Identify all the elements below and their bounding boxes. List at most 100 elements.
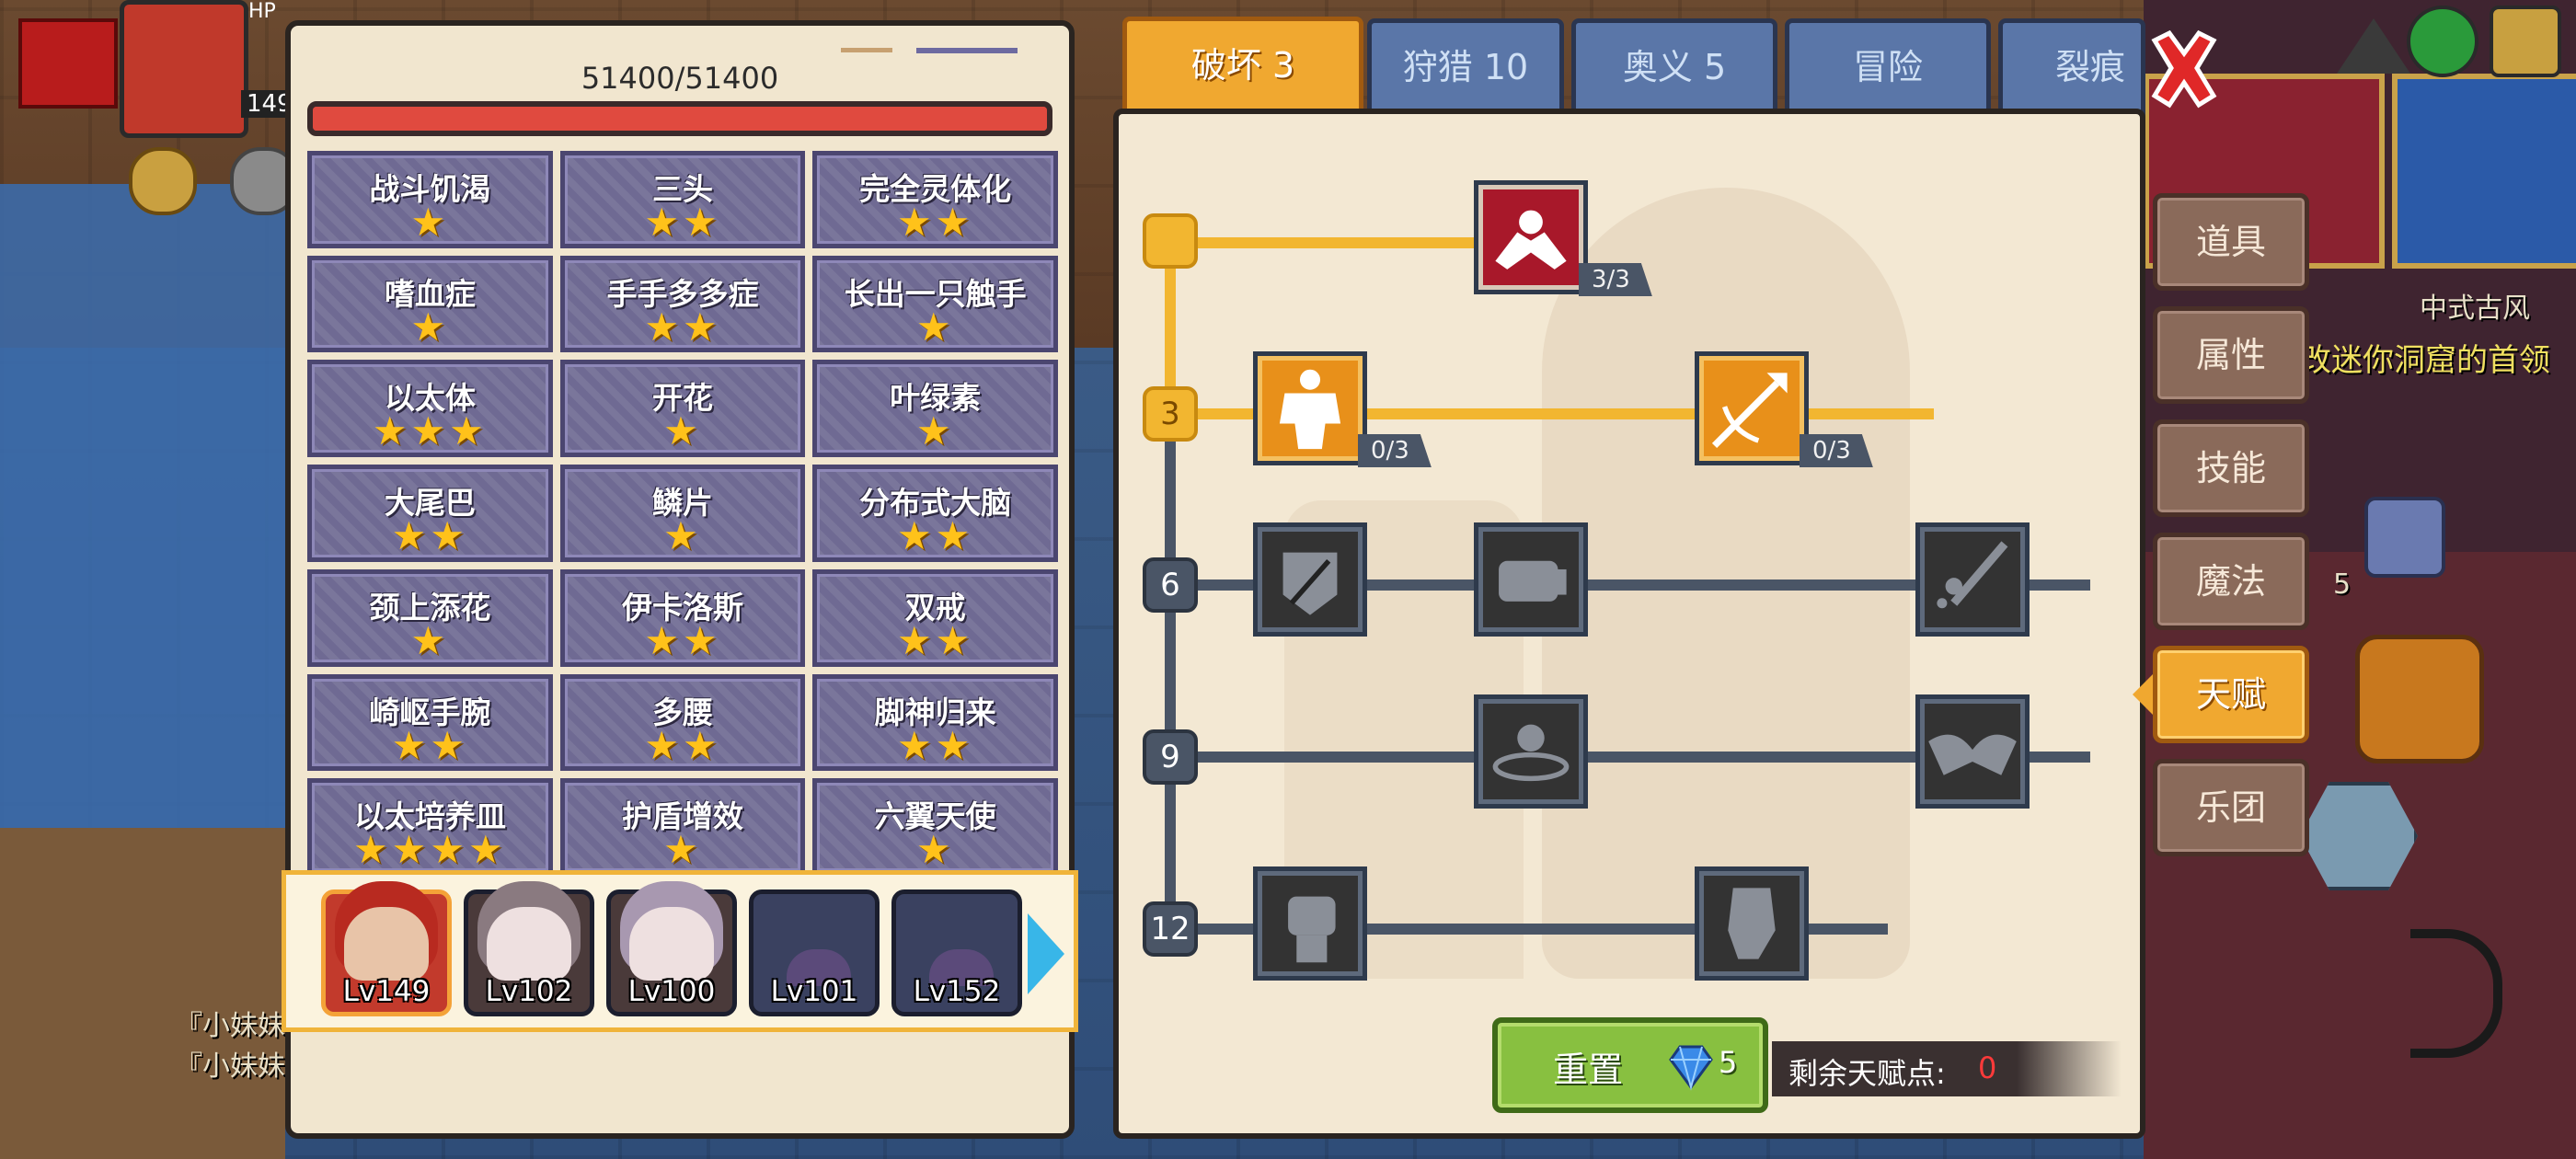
row-node: 9 [1143, 729, 1198, 785]
character-card[interactable]: Lv152 [891, 889, 1022, 1016]
muscle-body-icon[interactable] [1253, 351, 1367, 465]
menu-attributes[interactable]: 属性 [2153, 306, 2309, 404]
mutation-cell[interactable]: 大尾巴 ★★ [307, 465, 553, 562]
star-rating: ★★★★ [353, 827, 507, 873]
badge-count: 5 [2333, 568, 2352, 601]
tab-hunt[interactable]: 狩猎 10 [1367, 18, 1564, 118]
background-blue-window [2392, 74, 2576, 269]
globe-icon[interactable] [2407, 6, 2478, 77]
row-node: 12 [1143, 901, 1198, 957]
mutation-cell[interactable]: 嗜血症 ★ [307, 255, 553, 353]
character-card[interactable]: Lv100 [606, 889, 737, 1016]
menu-magic[interactable]: 魔法 [2153, 533, 2309, 630]
menu-talent[interactable]: 天赋 [2153, 646, 2309, 743]
mutation-cell[interactable]: 开花 ★ [559, 360, 806, 458]
menu-skills[interactable]: 技能 [2153, 419, 2309, 517]
skill-count: 3/3 [1579, 263, 1652, 296]
mutation-cell[interactable]: 战斗饥渴 ★ [307, 151, 553, 248]
tree-trunk [1165, 418, 1176, 946]
reset-button[interactable]: 重置 5 [1492, 1017, 1768, 1113]
star-rating: ★ [410, 617, 450, 663]
mutation-cell[interactable]: 以太培养皿 ★★★★ [307, 778, 553, 876]
arrow-burst-icon[interactable] [1695, 351, 1809, 465]
background-water [0, 184, 285, 846]
character-level: Lv149 [342, 975, 431, 1008]
character-portrait [629, 907, 714, 981]
panel-decoration [841, 48, 892, 52]
character-level: Lv101 [770, 975, 858, 1008]
bow-icon[interactable] [2410, 929, 2502, 1058]
sign-text: 中式古风 [2420, 293, 2530, 325]
star-rating: ★★ [897, 513, 974, 559]
next-arrow-icon[interactable] [1028, 913, 1064, 994]
star-rating: ★ [915, 304, 955, 350]
mutation-cell[interactable]: 长出一只触手 ★ [812, 255, 1058, 353]
row-node: 6 [1143, 557, 1198, 613]
mutation-cell[interactable]: 六翼天使 ★ [812, 778, 1058, 876]
tab-rift[interactable]: 裂痕 [1998, 18, 2145, 118]
star-rating: ★★ [391, 513, 468, 559]
quest-text: 改迷你洞窟的首领 [2300, 342, 2550, 379]
mutation-cell[interactable]: 叶绿素 ★ [812, 360, 1058, 458]
remaining-points-label: 剩余天赋点: [1788, 1056, 1946, 1091]
star-rating: ★★★ [372, 408, 488, 454]
talent-panel: 3 6 9 12 3/3 0/3 0/3 重置 5 剩余天赋点: 0 [1113, 109, 2145, 1139]
mutation-cell[interactable]: 分布式大脑 ★★ [812, 465, 1058, 562]
skill-count: 0/3 [1800, 434, 1873, 467]
star-rating: ★ [915, 827, 955, 873]
backpack-icon[interactable] [2355, 635, 2484, 763]
character-card[interactable]: Lv102 [464, 889, 594, 1016]
raised-fist-icon[interactable] [1253, 866, 1367, 981]
star-rating: ★★ [644, 617, 721, 663]
menu-items[interactable]: 道具 [2153, 193, 2309, 291]
hand-grip-icon[interactable] [1695, 866, 1809, 981]
arm-wrestle-icon[interactable] [1474, 180, 1588, 294]
mutation-cell[interactable]: 三头 ★★ [559, 151, 806, 248]
guitar-icon[interactable] [2364, 497, 2445, 578]
star-rating: ★★ [644, 722, 721, 768]
mutation-cell[interactable]: 双戒 ★★ [812, 568, 1058, 667]
hp-bar-fill [313, 107, 1047, 131]
star-rating: ★ [663, 827, 702, 873]
red-chest-icon[interactable] [18, 18, 118, 109]
character-selector: Lv149 Lv102 Lv100 Lv101 Lv152 [282, 870, 1078, 1032]
remaining-points-value: 0 [1978, 1050, 1997, 1085]
coin-icon[interactable] [129, 147, 197, 215]
character-card[interactable]: Lv149 [321, 889, 452, 1016]
mutation-cell[interactable]: 脚神归来 ★★ [812, 673, 1058, 772]
ground-ring-icon[interactable] [1474, 694, 1588, 809]
mutation-cell[interactable]: 多腰 ★★ [559, 673, 806, 772]
diamond-icon [1669, 1045, 1713, 1091]
star-rating: ★ [915, 408, 955, 454]
close-icon[interactable] [2147, 28, 2221, 110]
sword-splash-icon[interactable] [1915, 522, 2030, 637]
mutation-panel: 51400/51400 战斗饥渴 ★ 三头 ★★ 完全灵体化 ★★ 嗜血症 ★ 手手多多… [282, 20, 1078, 1139]
mutation-cell[interactable]: 完全灵体化 ★★ [812, 151, 1058, 248]
star-rating: ★★ [644, 304, 721, 350]
bell-icon[interactable] [2337, 18, 2410, 74]
shield-break-icon[interactable] [1253, 522, 1367, 637]
star-rating: ★ [663, 408, 702, 454]
mutation-cell[interactable]: 手手多多症 ★★ [559, 255, 806, 353]
character-portrait [344, 907, 429, 981]
mutation-cell[interactable]: 崎岖手腕 ★★ [307, 673, 553, 772]
mutation-cell[interactable]: 护盾增效 ★ [559, 778, 806, 876]
mutation-cell[interactable]: 颈上添花 ★ [307, 568, 553, 667]
player-avatar[interactable] [120, 0, 248, 138]
star-rating: ★★ [644, 200, 721, 245]
chat-line: 『小妹妹 [175, 1010, 285, 1042]
fist-strike-icon[interactable] [1474, 522, 1588, 637]
star-rating: ★ [410, 200, 450, 245]
bat-wings-icon[interactable] [1915, 694, 2030, 809]
mutation-cell[interactable]: 伊卡洛斯 ★★ [559, 568, 806, 667]
reset-cost: 5 [1719, 1045, 1738, 1080]
menu-band[interactable]: 乐团 [2153, 759, 2309, 856]
tab-adventure[interactable]: 冒险 [1785, 18, 1991, 118]
character-card[interactable]: Lv101 [749, 889, 880, 1016]
exit-icon[interactable] [2490, 6, 2561, 77]
hp-text: 51400/51400 [581, 61, 779, 96]
mutation-cell[interactable]: 鳞片 ★ [559, 465, 806, 562]
hp-bar [307, 101, 1052, 136]
tab-arcane[interactable]: 奥义 5 [1571, 18, 1777, 118]
mutation-cell[interactable]: 以太体 ★★★ [307, 360, 553, 458]
